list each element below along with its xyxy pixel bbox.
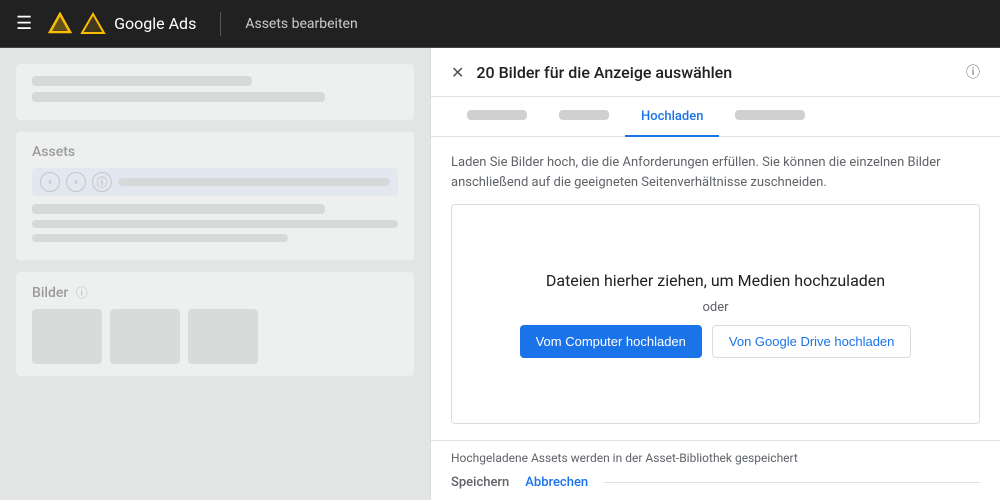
nav-info-btn[interactable]: ⓘ xyxy=(92,172,112,192)
tab-skeleton-3[interactable] xyxy=(719,97,821,136)
assets-label: Assets xyxy=(32,144,398,160)
drop-zone[interactable]: Dateien hierher ziehen, um Medien hochzu… xyxy=(451,204,980,424)
tab-skeleton-label-3 xyxy=(735,110,805,120)
cancel-button[interactable]: Abbrechen xyxy=(525,475,588,490)
right-panel: ✕ 20 Bilder für die Anzeige auswählen ⓘ … xyxy=(430,48,1000,500)
lp-skeleton-3 xyxy=(32,204,325,214)
lp-skeleton-4 xyxy=(32,220,398,228)
left-panel: Assets ‹ › ⓘ Bilder ⓘ xyxy=(0,48,430,500)
nav-prev-btn[interactable]: ‹ xyxy=(40,172,60,192)
lp-assets-card: Assets ‹ › ⓘ xyxy=(16,132,414,260)
top-nav: ☰ Google Ads Assets bearbeiten xyxy=(0,0,1000,48)
lp-skeleton-1 xyxy=(32,76,252,86)
main-container: Assets ‹ › ⓘ Bilder ⓘ xyxy=(0,48,1000,500)
drop-zone-buttons: Vom Computer hochladen Von Google Drive … xyxy=(520,325,912,358)
lp-images-row xyxy=(32,309,398,364)
google-ads-logo-icon xyxy=(48,12,72,36)
drop-zone-text: Dateien hierher ziehen, um Medien hochzu… xyxy=(546,271,885,290)
image-placeholder-3 xyxy=(188,309,258,364)
modal-title: 20 Bilder für die Anzeige auswählen xyxy=(476,63,954,82)
modal-body: Laden Sie Bilder hoch, die die Anforderu… xyxy=(431,137,1000,440)
tab-hochladen-label: Hochladen xyxy=(641,109,703,124)
modal-close-button[interactable]: ✕ xyxy=(451,63,464,82)
tab-skeleton-label-1 xyxy=(467,110,527,120)
modal-header: ✕ 20 Bilder für die Anzeige auswählen ⓘ xyxy=(431,48,1000,97)
modal-description: Laden Sie Bilder hoch, die die Anforderu… xyxy=(451,153,980,192)
images-info-icon: ⓘ xyxy=(76,286,88,300)
image-placeholder-2 xyxy=(110,309,180,364)
tab-skeleton-1[interactable] xyxy=(451,97,543,136)
images-label: Bilder ⓘ xyxy=(32,284,398,301)
image-placeholder-1 xyxy=(32,309,102,364)
save-button[interactable]: Speichern xyxy=(451,475,509,490)
lp-skeleton-2 xyxy=(32,92,325,102)
lp-nav-skeleton xyxy=(118,178,390,186)
page-title: Assets bearbeiten xyxy=(245,16,357,32)
menu-icon[interactable]: ☰ xyxy=(16,13,32,34)
tab-skeleton-label-2 xyxy=(559,110,609,120)
app-name: Google Ads xyxy=(114,14,196,33)
upload-drive-button[interactable]: Von Google Drive hochladen xyxy=(712,325,912,358)
lp-top-card xyxy=(16,64,414,120)
tab-skeleton-2[interactable] xyxy=(543,97,625,136)
footer-divider xyxy=(604,482,980,483)
modal-footer: Hochgeladene Assets werden in der Asset-… xyxy=(431,440,1000,500)
google-ads-logo: Google Ads xyxy=(48,11,196,37)
upload-computer-button[interactable]: Vom Computer hochladen xyxy=(520,325,702,358)
modal-tabs: Hochladen xyxy=(431,97,1000,137)
modal-info-icon[interactable]: ⓘ xyxy=(966,62,980,82)
drop-zone-or: oder xyxy=(702,300,728,315)
footer-actions: Speichern Abbrechen xyxy=(451,475,980,490)
lp-images-card: Bilder ⓘ xyxy=(16,272,414,376)
tab-hochladen[interactable]: Hochladen xyxy=(625,97,719,136)
nav-next-btn[interactable]: › xyxy=(66,172,86,192)
nav-divider xyxy=(220,12,221,36)
ads-triangle-logo xyxy=(80,11,106,37)
lp-skeleton-5 xyxy=(32,234,288,242)
lp-nav-row: ‹ › ⓘ xyxy=(32,168,398,196)
footer-note: Hochgeladene Assets werden in der Asset-… xyxy=(451,451,980,465)
